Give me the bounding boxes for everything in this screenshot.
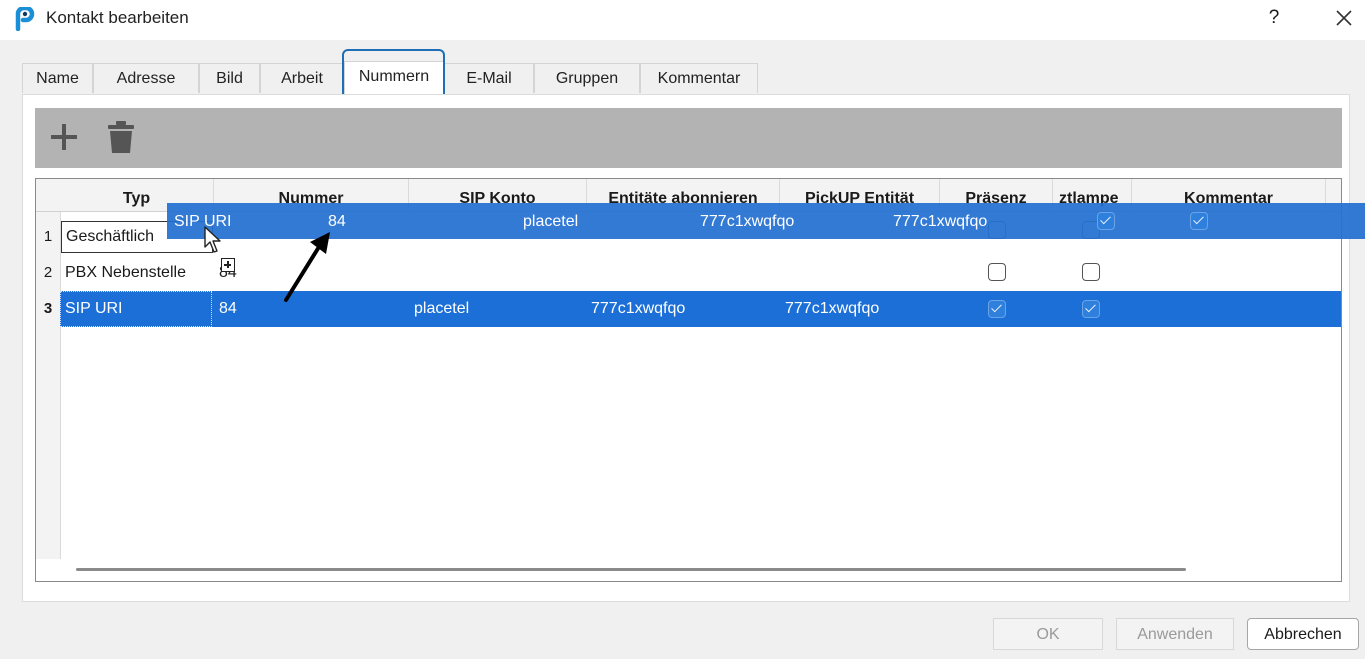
horizontal-scrollbar-thumb[interactable] (76, 568, 1186, 571)
entitaet-cell[interactable]: 777c1xwqfqo (591, 291, 761, 327)
help-button[interactable]: ? (1262, 5, 1286, 31)
drag-ghost-row: SIP URI 84 placetel 777c1xwqfqo 777c1xwq… (167, 203, 1365, 239)
tab-bild[interactable]: Bild (199, 63, 260, 93)
ztlampe-checkbox-checked[interactable] (1082, 300, 1100, 318)
typ-cell[interactable]: SIP URI (65, 291, 210, 327)
annotation-arrow-icon (284, 232, 330, 302)
table-row-selected[interactable]: SIP URI 84 placetel 777c1xwqfqo 777c1xwq… (60, 291, 1341, 327)
title-bar (0, 0, 1365, 40)
ghost-sip-konto: placetel (523, 213, 579, 230)
plus-icon[interactable] (49, 122, 79, 152)
ztlampe-checkbox[interactable] (1082, 263, 1100, 281)
praesenz-checkbox[interactable] (988, 263, 1006, 281)
row-number: 2 (43, 264, 53, 281)
cancel-button[interactable]: Abbrechen (1247, 618, 1359, 650)
tab-name[interactable]: Name (22, 63, 93, 93)
ok-button[interactable]: OK (993, 618, 1103, 650)
tab-gruppen[interactable]: Gruppen (534, 63, 640, 93)
tab-nummern[interactable]: Nummern (344, 61, 444, 94)
drag-add-icon (221, 258, 235, 272)
row-number: 3 (43, 300, 53, 317)
ghost-entitaet: 777c1xwqfqo (700, 213, 795, 230)
tab-email[interactable]: E-Mail (444, 63, 534, 93)
pickup-cell[interactable]: 777c1xwqfqo (785, 291, 945, 327)
sip-konto-cell[interactable]: placetel (414, 291, 564, 327)
typ-cell[interactable]: PBX Nebenstelle (65, 255, 215, 291)
ghost-pickup: 777c1xwqfqo (893, 213, 988, 230)
ghost-praesenz-checkbox (1097, 212, 1115, 230)
trash-icon[interactable] (106, 120, 136, 154)
row-number: 1 (43, 228, 53, 245)
tab-adresse[interactable]: Adresse (93, 63, 199, 93)
ghost-ztlampe-checkbox (1190, 212, 1208, 230)
window-title: Kontakt bearbeiten (46, 8, 189, 27)
app-logo-icon (15, 7, 35, 31)
table-row[interactable]: PBX Nebenstelle 84 (60, 255, 1341, 291)
apply-button[interactable]: Anwenden (1116, 618, 1234, 650)
praesenz-checkbox-checked[interactable] (988, 300, 1006, 318)
close-icon[interactable] (1331, 5, 1357, 31)
toolbar (35, 108, 1342, 168)
drag-cursor-icon (204, 226, 221, 253)
tab-kommentar[interactable]: Kommentar (640, 63, 758, 93)
tab-arbeit[interactable]: Arbeit (260, 63, 344, 93)
